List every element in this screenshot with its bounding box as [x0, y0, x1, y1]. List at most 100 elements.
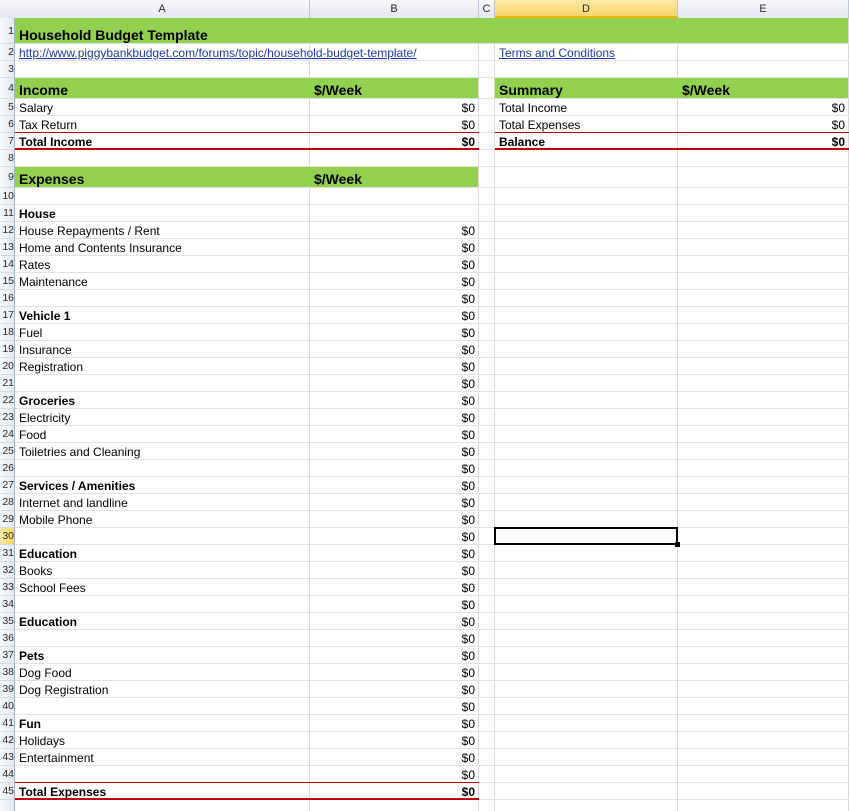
row-header-17[interactable]: 17: [0, 307, 14, 324]
expense-value[interactable]: $0: [310, 698, 479, 715]
row-header-23[interactable]: 23: [0, 409, 14, 426]
expense-value[interactable]: $0: [310, 426, 479, 443]
spreadsheet[interactable]: ABCDE 1 2 3 4 5 6 7 8 9 10 11 12 13 14 15 16 17 18 19 20 21 2…: [0, 0, 849, 811]
row-header-12[interactable]: 12: [0, 222, 14, 239]
expense-value[interactable]: $0: [310, 239, 479, 256]
expense-value[interactable]: $0: [310, 443, 479, 460]
expense-value[interactable]: $0: [310, 494, 479, 511]
expense-value[interactable]: $0: [310, 511, 479, 528]
row-header-25[interactable]: 25: [0, 443, 14, 460]
column-header-c[interactable]: C: [479, 0, 495, 18]
row-header-34[interactable]: 34: [0, 596, 14, 613]
expense-value[interactable]: $0: [310, 324, 479, 341]
row-header-45[interactable]: 45: [0, 783, 14, 800]
row-header-43[interactable]: 43: [0, 749, 14, 766]
expense-value[interactable]: $0: [310, 630, 479, 647]
expense-value[interactable]: $0: [310, 749, 479, 766]
expense-value[interactable]: $0: [310, 222, 479, 239]
expense-value[interactable]: $0: [310, 409, 479, 426]
expense-value[interactable]: $0: [310, 358, 479, 375]
expense-value[interactable]: $0: [310, 613, 479, 630]
expense-value[interactable]: $0: [310, 766, 479, 783]
row-header-20[interactable]: 20: [0, 358, 14, 375]
row-header-36[interactable]: 36: [0, 630, 14, 647]
row-header-38[interactable]: 38: [0, 664, 14, 681]
expense-value[interactable]: $0: [310, 545, 479, 562]
expense-label: Toiletries and Cleaning: [19, 445, 141, 459]
row-header-5[interactable]: 5: [0, 99, 14, 116]
row-header-10[interactable]: 10: [0, 188, 14, 205]
expense-value[interactable]: $0: [310, 256, 479, 273]
row-header-18[interactable]: 18: [0, 324, 14, 341]
fill-handle[interactable]: [675, 542, 680, 547]
cell-grid[interactable]: Household Budget Template http://www.pigg…: [15, 18, 849, 811]
expense-value[interactable]: $0: [310, 341, 479, 358]
row-header-16[interactable]: 16: [0, 290, 14, 307]
row-header-6[interactable]: 6: [0, 116, 14, 133]
expense-value[interactable]: $0: [310, 715, 479, 732]
income-label: Tax Return: [19, 118, 78, 132]
expense-value[interactable]: $0: [310, 460, 479, 477]
expense-value[interactable]: $0: [310, 375, 479, 392]
expense-value[interactable]: $0: [310, 596, 479, 613]
row-header-2[interactable]: 2: [0, 44, 14, 61]
row-header-28[interactable]: 28: [0, 494, 14, 511]
expense-value[interactable]: $0: [310, 307, 479, 324]
income-value[interactable]: $0: [310, 116, 479, 133]
expense-value[interactable]: $0: [310, 477, 479, 494]
expense-value[interactable]: [310, 205, 479, 222]
row-header-29[interactable]: 29: [0, 511, 14, 528]
income-value[interactable]: $0: [310, 99, 479, 116]
row-header-15[interactable]: 15: [0, 273, 14, 290]
row-header-30[interactable]: 30: [0, 528, 14, 545]
expense-value[interactable]: $0: [310, 647, 479, 664]
row-header-14[interactable]: 14: [0, 256, 14, 273]
row-header-24[interactable]: 24: [0, 426, 14, 443]
active-cell[interactable]: [494, 527, 678, 545]
row-header-41[interactable]: 41: [0, 715, 14, 732]
row-header-26[interactable]: 26: [0, 460, 14, 477]
row-header-4[interactable]: 4: [0, 78, 14, 99]
expense-value[interactable]: $0: [310, 562, 479, 579]
column-header-b[interactable]: B: [310, 0, 479, 18]
row-header-22[interactable]: 22: [0, 392, 14, 409]
forum-link[interactable]: http://www.piggybankbudget.com/forums/to…: [15, 44, 479, 61]
row-header-31[interactable]: 31: [0, 545, 14, 562]
column-header-e[interactable]: E: [678, 0, 849, 18]
row-header-11[interactable]: 11: [0, 205, 14, 222]
row-header-37[interactable]: 37: [0, 647, 14, 664]
expense-label: Insurance: [19, 343, 72, 357]
row-header-33[interactable]: 33: [0, 579, 14, 596]
expense-value[interactable]: $0: [310, 681, 479, 698]
row-header-1[interactable]: 1: [0, 18, 14, 44]
row-header-27[interactable]: 27: [0, 477, 14, 494]
expense-value[interactable]: $0: [310, 528, 479, 545]
row-header-40[interactable]: 40: [0, 698, 14, 715]
row-header-7[interactable]: 7: [0, 133, 14, 150]
expense-label: [15, 630, 310, 647]
terms-link[interactable]: Terms and Conditions: [495, 44, 678, 61]
row-header-44[interactable]: 44: [0, 766, 14, 783]
expense-category: Pets: [19, 649, 45, 663]
row-header-13[interactable]: 13: [0, 239, 14, 256]
row-header-39[interactable]: 39: [0, 681, 14, 698]
expense-value[interactable]: $0: [310, 664, 479, 681]
expense-category: Services / Amenities: [19, 479, 136, 493]
row-header-19[interactable]: 19: [0, 341, 14, 358]
expense-value[interactable]: $0: [310, 392, 479, 409]
row-header-35[interactable]: 35: [0, 613, 14, 630]
row-header-42[interactable]: 42: [0, 732, 14, 749]
row-header-3[interactable]: 3: [0, 61, 14, 78]
column-header-d[interactable]: D: [495, 0, 678, 18]
expense-value[interactable]: $0: [310, 732, 479, 749]
expense-value[interactable]: $0: [310, 273, 479, 290]
expense-value[interactable]: $0: [310, 290, 479, 307]
row-header-32[interactable]: 32: [0, 562, 14, 579]
expenses-total-underline: [15, 798, 479, 800]
row-header-21[interactable]: 21: [0, 375, 14, 392]
expense-label: Mobile Phone: [19, 513, 93, 527]
column-header-a[interactable]: A: [15, 0, 310, 18]
row-header-8[interactable]: 8: [0, 150, 14, 167]
row-header-9[interactable]: 9: [0, 167, 14, 188]
expense-value[interactable]: $0: [310, 579, 479, 596]
